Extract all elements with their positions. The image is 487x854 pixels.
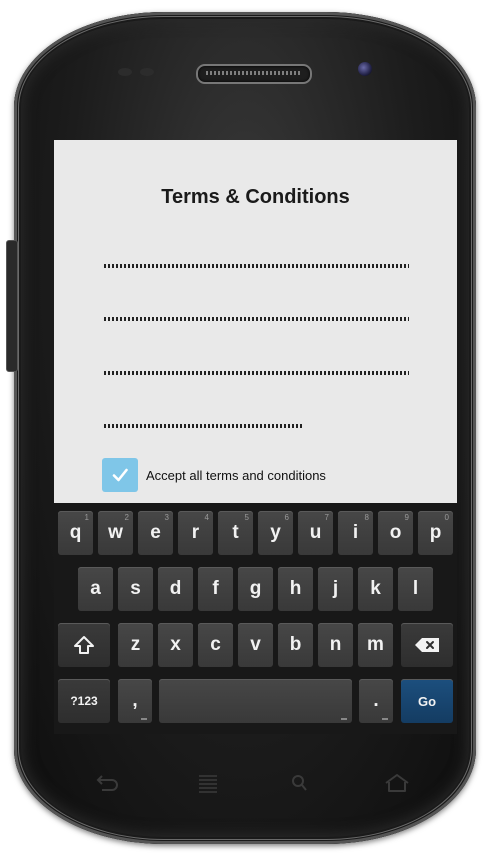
key-a[interactable]: a (78, 567, 113, 611)
key-i[interactable]: 8i (338, 511, 373, 555)
accept-terms-row[interactable]: Accept all terms and conditions (102, 458, 326, 492)
check-icon (112, 468, 128, 482)
key-n[interactable]: n (318, 623, 353, 667)
keyboard-row-3: z x c v b n m (54, 623, 457, 667)
backspace-icon (415, 638, 439, 652)
home-icon (385, 774, 409, 792)
sensor (140, 68, 154, 76)
accept-terms-checkbox[interactable] (102, 458, 138, 492)
key-z[interactable]: z (118, 623, 153, 667)
keyboard-row-1: 1q 2w 3e 4r 5t 6y 7u 8i 9o 0p (54, 511, 457, 555)
home-button[interactable] (382, 772, 412, 794)
key-y[interactable]: 6y (258, 511, 293, 555)
key-b[interactable]: b (278, 623, 313, 667)
search-icon (292, 775, 307, 791)
key-o[interactable]: 9o (378, 511, 413, 555)
shift-icon (74, 636, 94, 654)
key-x[interactable]: x (158, 623, 193, 667)
menu-icon (199, 775, 217, 793)
key-v[interactable]: v (238, 623, 273, 667)
backspace-key[interactable] (401, 623, 453, 667)
soft-keyboard: 1q 2w 3e 4r 5t 6y 7u 8i 9o 0p a s d f g … (54, 503, 457, 734)
key-w[interactable]: 2w (98, 511, 133, 555)
back-icon (96, 775, 118, 791)
terms-text-line (104, 317, 409, 321)
key-d[interactable]: d (158, 567, 193, 611)
key-q[interactable]: 1q (58, 511, 93, 555)
terms-text-line (104, 264, 409, 268)
symbols-key[interactable]: ?123 (58, 679, 110, 723)
space-key[interactable] (159, 679, 352, 723)
volume-button (6, 240, 18, 372)
keyboard-row-4: ?123 , . Go (54, 679, 457, 723)
key-h[interactable]: h (278, 567, 313, 611)
terms-text-line (104, 424, 304, 428)
key-c[interactable]: c (198, 623, 233, 667)
key-u[interactable]: 7u (298, 511, 333, 555)
key-p[interactable]: 0p (418, 511, 453, 555)
go-key[interactable]: Go (401, 679, 453, 723)
keyboard-row-2: a s d f g h j k l (54, 567, 457, 611)
search-button[interactable] (285, 772, 315, 794)
back-button[interactable] (92, 772, 122, 794)
key-s[interactable]: s (118, 567, 153, 611)
comma-key[interactable]: , (118, 679, 152, 723)
earpiece-speaker (196, 64, 312, 84)
key-f[interactable]: f (198, 567, 233, 611)
key-e[interactable]: 3e (138, 511, 173, 555)
period-key[interactable]: . (359, 679, 393, 723)
key-j[interactable]: j (318, 567, 353, 611)
accept-terms-label[interactable]: Accept all terms and conditions (146, 468, 326, 483)
sensor (118, 68, 132, 76)
key-l[interactable]: l (398, 567, 433, 611)
key-g[interactable]: g (238, 567, 273, 611)
front-camera (358, 62, 372, 76)
key-t[interactable]: 5t (218, 511, 253, 555)
key-r[interactable]: 4r (178, 511, 213, 555)
key-m[interactable]: m (358, 623, 393, 667)
screen: Terms & Conditions Accept all terms and … (54, 140, 457, 734)
shift-key[interactable] (58, 623, 110, 667)
menu-button[interactable] (193, 772, 223, 794)
key-k[interactable]: k (358, 567, 393, 611)
terms-text-line (104, 371, 409, 375)
page-title: Terms & Conditions (161, 186, 350, 208)
